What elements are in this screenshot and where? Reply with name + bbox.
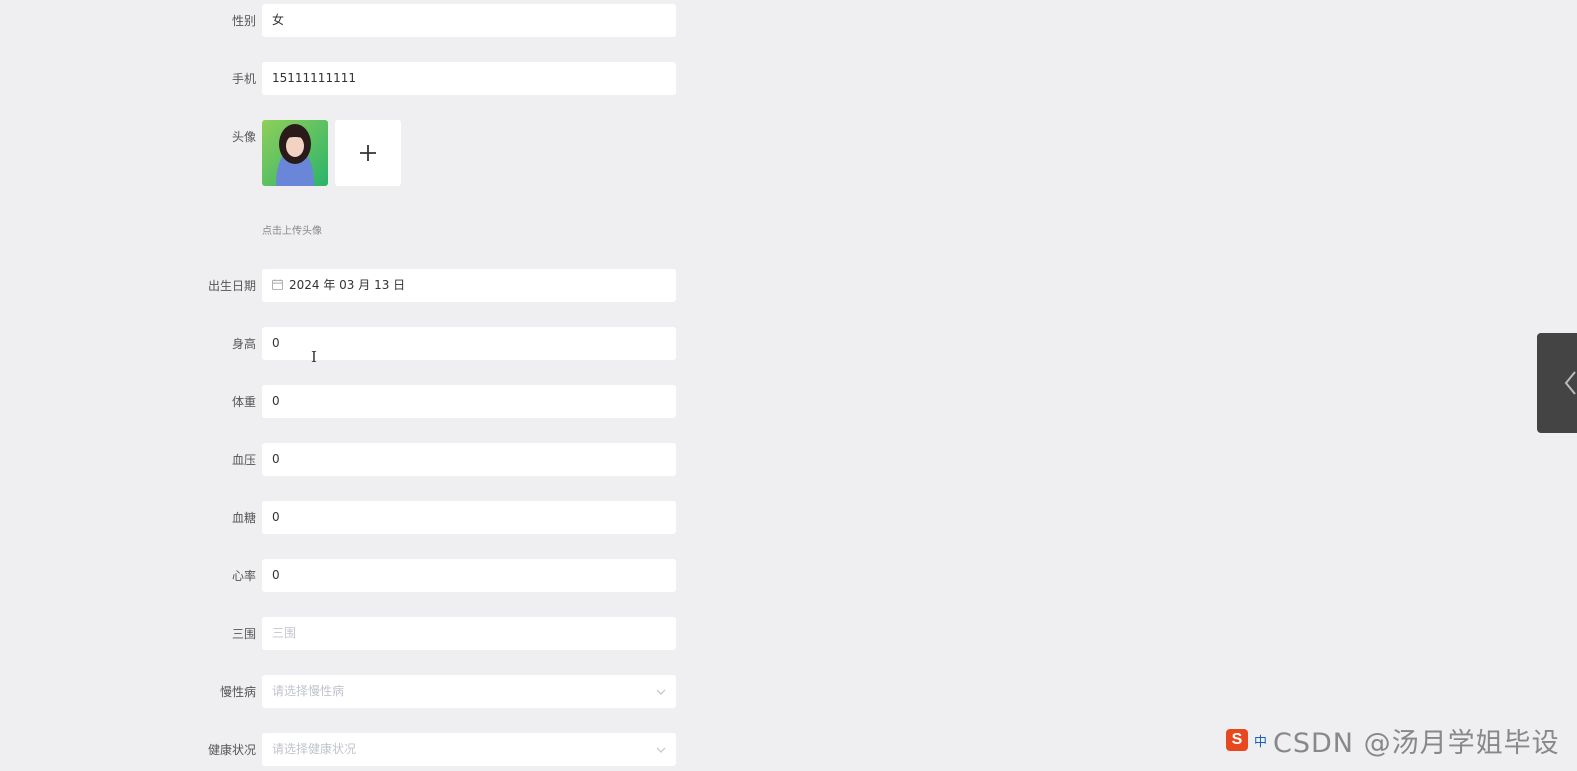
heart-rate-input[interactable]: 0 [262,559,676,592]
calendar-icon [272,279,283,290]
text-cursor-icon: I [311,348,317,366]
health-status-select[interactable]: 请选择健康状况 [262,733,676,766]
health-status-label: 健康状况 [207,743,256,757]
gender-input[interactable]: 女 [262,4,676,37]
blood-pressure-label: 血压 [231,453,256,467]
chronic-disease-label: 慢性病 [219,685,256,699]
birthday-date-picker[interactable]: 2024 年 03 月 13 日 [262,269,676,302]
blood-sugar-label: 血糖 [231,511,256,525]
chevron-down-icon [656,675,666,708]
height-label: 身高 [231,337,256,351]
gender-label: 性别 [231,14,256,28]
blood-sugar-input[interactable]: 0 [262,501,676,534]
watermark-text: CSDN @汤月学姐毕设 [1273,727,1560,759]
blood-pressure-input[interactable]: 0 [262,443,676,476]
chronic-disease-select[interactable]: 请选择慢性病 [262,675,676,708]
chronic-disease-placeholder: 请选择慢性病 [272,684,345,698]
birthday-label: 出生日期 [207,279,256,293]
side-panel-toggle[interactable] [1537,333,1577,433]
phone-label: 手机 [231,72,256,86]
phone-input[interactable]: 15111111111 [262,62,676,95]
ime-logo-icon: S [1226,729,1248,751]
plus-icon [360,145,376,161]
health-status-placeholder: 请选择健康状况 [272,742,357,756]
chevron-down-icon [656,733,666,766]
measurements-label: 三围 [231,627,256,641]
heart-rate-label: 心率 [231,569,256,583]
watermark: S 中 CSDN @汤月学姐毕设 [1226,722,1560,759]
birthday-value: 2024 年 03 月 13 日 [289,278,406,292]
ime-mode-label: 中 [1254,734,1268,750]
weight-label: 体重 [231,395,256,409]
weight-input[interactable]: 0 [262,385,676,418]
avatar-upload-button[interactable] [335,120,401,186]
avatar-upload-hint: 点击上传头像 [262,226,322,237]
avatar-label: 头像 [231,130,256,144]
measurements-input[interactable]: 三围 [262,617,676,650]
avatar-image[interactable] [262,120,328,186]
height-input[interactable]: 0 [262,327,676,360]
chevron-left-icon [1564,371,1576,395]
